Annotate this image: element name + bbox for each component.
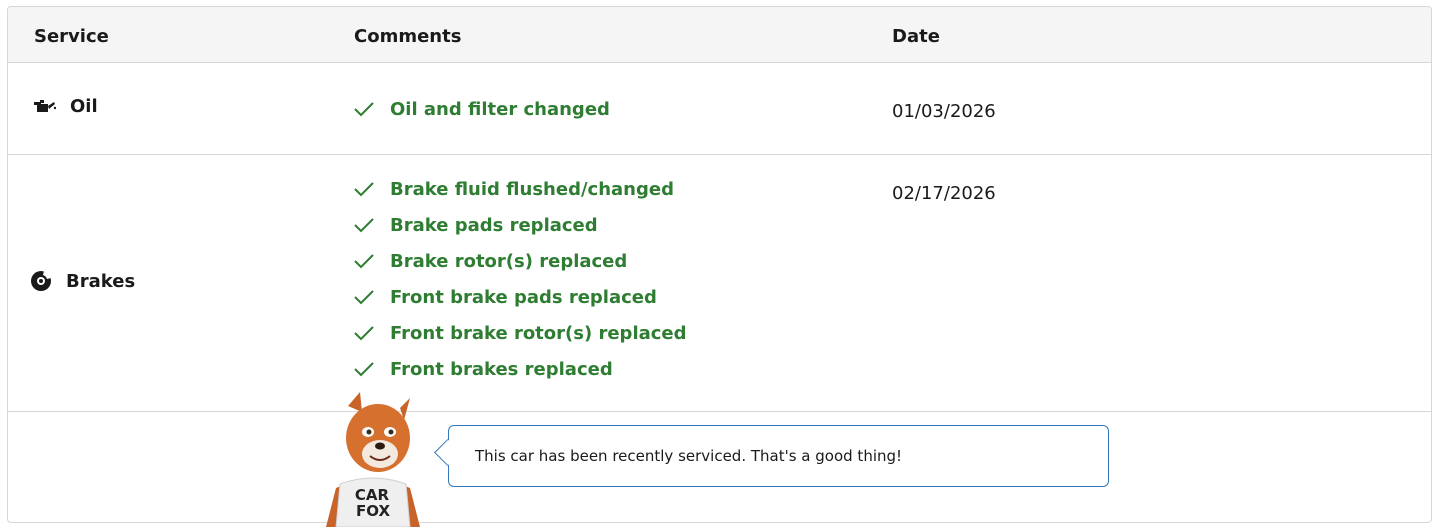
comments-cell: Brake fluid flushed/changed Brake pads r… [354, 171, 687, 387]
table-row: Brakes Brake fluid flushed/changed Brake… [8, 155, 1431, 412]
comment-text: Brake rotor(s) replaced [390, 250, 628, 272]
speech-bubble: This car has been recently serviced. Tha… [448, 425, 1109, 487]
comment-text: Front brake pads replaced [390, 286, 657, 308]
table-row: Oil Oil and filter changed 01/03/2026 [8, 63, 1431, 155]
date-cell: 02/17/2026 [892, 183, 996, 204]
comment-text: Front brakes replaced [390, 358, 613, 380]
table-header: Service Comments Date [8, 7, 1431, 63]
date-cell: 01/03/2026 [892, 101, 996, 122]
comment-text: Oil and filter changed [390, 98, 610, 120]
list-item: Oil and filter changed [354, 91, 610, 127]
list-item: Front brake pads replaced [354, 279, 687, 315]
shirt-text-line2: FOX [356, 502, 390, 520]
checkmark-icon [354, 254, 374, 269]
oil-can-icon [34, 99, 56, 112]
brake-disc-icon [31, 271, 51, 291]
header-comments: Comments [354, 26, 462, 47]
checkmark-icon [354, 218, 374, 233]
comments-cell: Oil and filter changed [354, 91, 610, 127]
list-item: Brake rotor(s) replaced [354, 243, 687, 279]
comment-text: Brake fluid flushed/changed [390, 178, 674, 200]
carfox-mascot: CAR FOX [326, 392, 420, 527]
header-service: Service [34, 26, 109, 47]
service-name: Brakes [66, 270, 136, 292]
list-item: Brake fluid flushed/changed [354, 171, 687, 207]
list-item: Front brake rotor(s) replaced [354, 315, 687, 351]
speech-bubble-text: This car has been recently serviced. Tha… [475, 447, 903, 465]
checkmark-icon [354, 102, 374, 117]
checkmark-icon [354, 326, 374, 341]
comment-text: Brake pads replaced [390, 214, 598, 236]
checkmark-icon [354, 182, 374, 197]
service-name: Oil [70, 96, 98, 117]
service-cell: Brakes [30, 270, 135, 292]
list-item: Brake pads replaced [354, 207, 687, 243]
header-date: Date [892, 26, 940, 47]
list-item: Front brakes replaced [354, 351, 687, 387]
checkmark-icon [354, 290, 374, 305]
comment-text: Front brake rotor(s) replaced [390, 322, 687, 344]
checkmark-icon [354, 362, 374, 377]
service-cell: Oil [34, 96, 98, 117]
